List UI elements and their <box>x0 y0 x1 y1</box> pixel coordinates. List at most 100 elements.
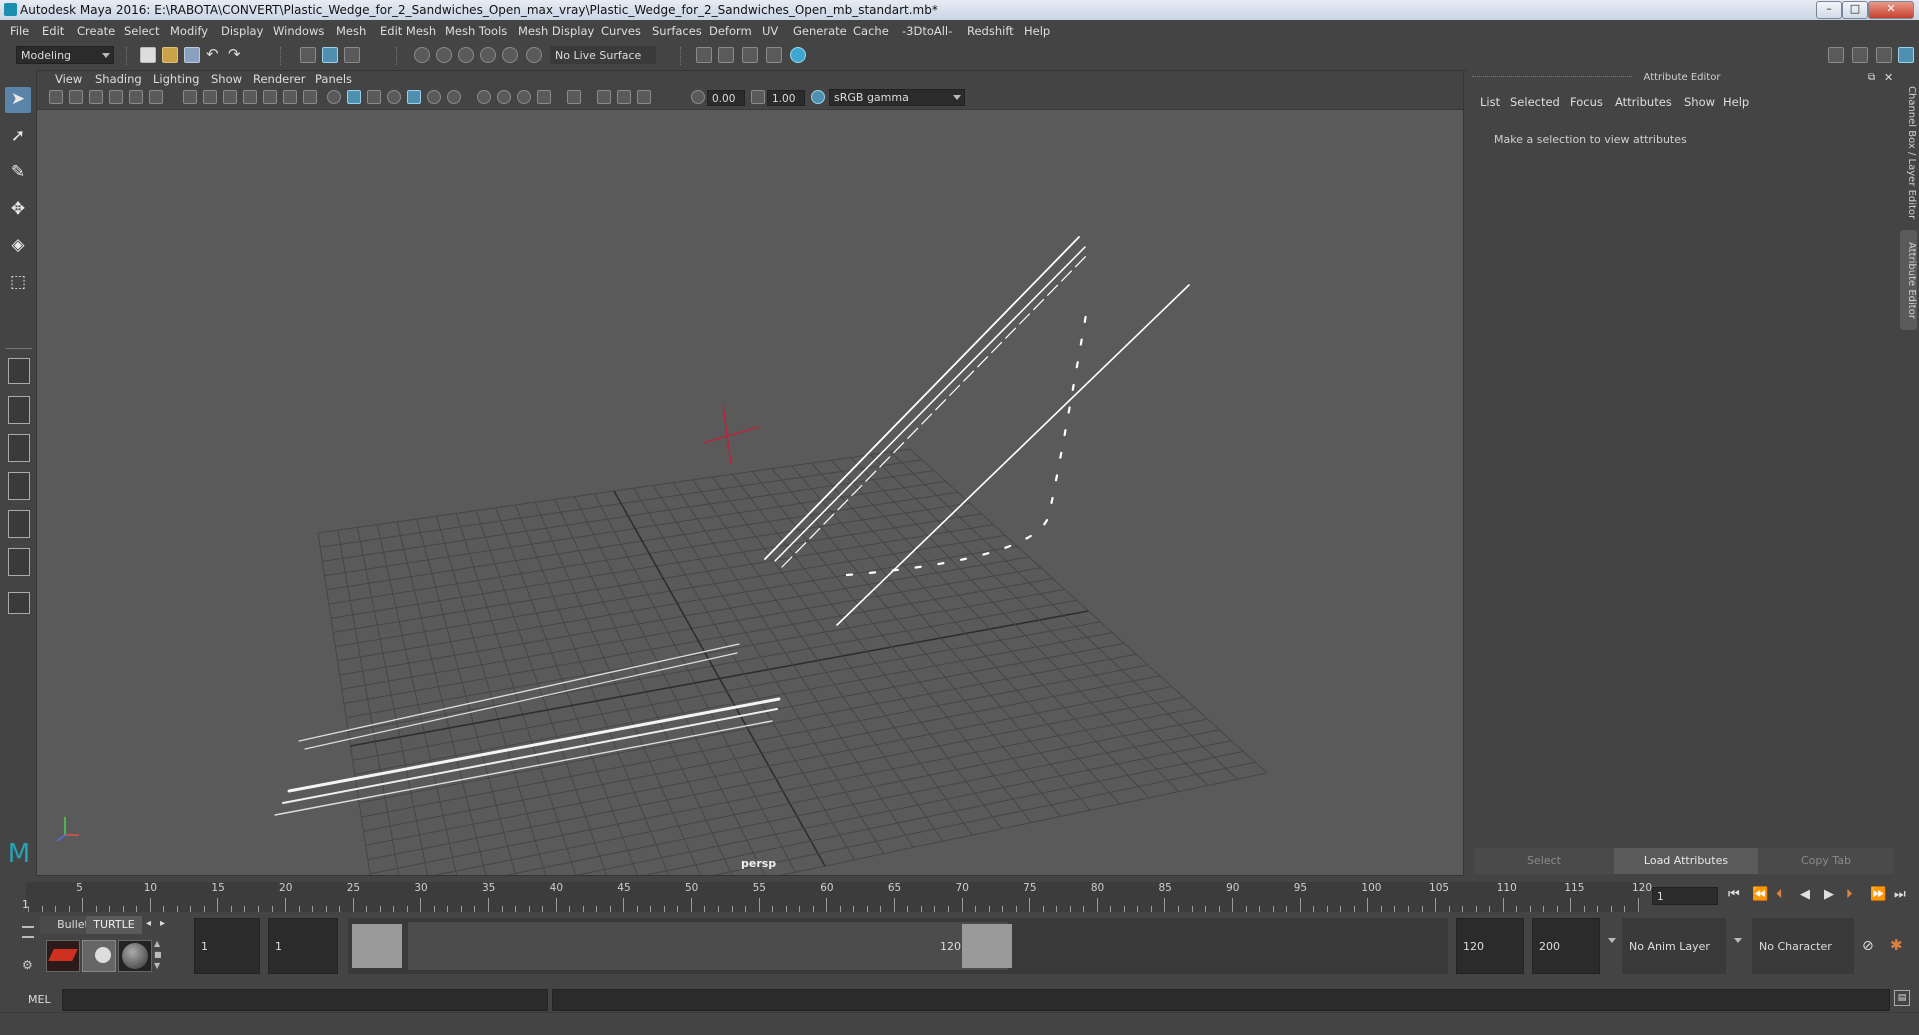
hypershade-icon[interactable] <box>790 47 806 63</box>
close-panel-icon[interactable]: ✕ <box>1884 71 1893 84</box>
scene-view[interactable] <box>37 109 1463 875</box>
lasso-tool[interactable]: ➚ <box>5 124 31 150</box>
viewport-menu-shading[interactable]: Shading <box>95 72 142 86</box>
toggle-attribute-editor-icon[interactable] <box>1852 47 1868 63</box>
camera-attributes-icon[interactable] <box>69 90 83 104</box>
menu-3dtoall[interactable]: -3DtoAll- <box>902 24 952 38</box>
ae-menu-list[interactable]: List <box>1480 95 1500 109</box>
select-tool[interactable]: ➤ <box>5 87 31 113</box>
wireframe-icon[interactable] <box>327 90 341 104</box>
ipr-render-icon[interactable] <box>742 47 758 63</box>
ae-menu-show[interactable]: Show <box>1684 95 1715 109</box>
gamma-icon[interactable] <box>751 90 765 104</box>
render-frame-icon[interactable] <box>718 47 734 63</box>
menu-deform[interactable]: Deform <box>709 24 752 38</box>
four-view-layout-button[interactable] <box>8 396 30 424</box>
redo-icon[interactable]: ↷ <box>228 47 244 63</box>
gate-mask-icon[interactable] <box>243 90 257 104</box>
save-scene-icon[interactable] <box>184 47 200 63</box>
command-input[interactable] <box>62 989 548 1011</box>
shelf-baking-icon[interactable] <box>82 940 116 972</box>
range-slider-bar[interactable] <box>408 922 1008 970</box>
float-panel-icon[interactable]: ⧉ <box>1868 72 1875 83</box>
script-editor-icon[interactable]: ▤ <box>1894 990 1910 1006</box>
shelf-scroll-icon[interactable]: ▲ ■ ▼ <box>154 938 162 971</box>
snap-to-view-plane-icon[interactable] <box>480 47 496 63</box>
field-chart-icon[interactable] <box>263 90 277 104</box>
ae-load-attributes-button[interactable]: Load Attributes <box>1614 848 1758 874</box>
color-management-icon[interactable] <box>811 90 825 104</box>
play-backwards-icon[interactable]: ◀ <box>1800 887 1810 902</box>
shelf-turtle-render-icon[interactable] <box>46 940 80 972</box>
outliner-layout-button[interactable] <box>8 510 30 538</box>
shelf-scroll-left-icon[interactable]: ◂ <box>146 918 151 929</box>
render-settings-icon[interactable] <box>766 47 782 63</box>
rotate-tool[interactable]: ◈ <box>5 233 31 259</box>
default-material-icon[interactable] <box>367 90 381 104</box>
ae-copy-tab-button[interactable]: Copy Tab <box>1758 848 1894 874</box>
make-live-icon[interactable] <box>526 47 542 63</box>
scale-tool[interactable]: ⬚ <box>5 270 31 296</box>
isolate-select-icon[interactable] <box>567 90 581 104</box>
2d-pan-zoom-icon[interactable] <box>129 90 143 104</box>
time-ruler[interactable]: 5 10 15 20 25 30 35 40 45 50 55 60 65 70 75 80 85 90 95 100… <box>26 882 1652 912</box>
single-perspective-layout-button[interactable] <box>8 358 30 384</box>
use-all-lights-icon[interactable] <box>427 90 441 104</box>
playback-end-field[interactable]: 120 <box>1456 918 1524 974</box>
shelf-sphere-icon[interactable] <box>118 940 152 972</box>
attribute-editor-tab[interactable]: Attribute Editor <box>1900 230 1917 330</box>
menu-windows[interactable]: Windows <box>273 24 324 38</box>
menu-redshift[interactable]: Redshift <box>967 24 1014 38</box>
ae-menu-selected[interactable]: Selected <box>1510 95 1560 109</box>
ae-menu-attributes[interactable]: Attributes <box>1615 95 1672 109</box>
wireframe-on-shaded-icon[interactable] <box>387 90 401 104</box>
chevron-down-icon[interactable] <box>1734 938 1742 943</box>
menu-edit[interactable]: Edit <box>42 24 64 38</box>
auto-key-icon[interactable]: ⊘ <box>1862 938 1874 954</box>
paint-select-tool[interactable]: ✎ <box>5 160 31 186</box>
ae-menu-help[interactable]: Help <box>1723 95 1749 109</box>
screen-space-ao-icon[interactable] <box>477 90 491 104</box>
viewport-menu-lighting[interactable]: Lighting <box>153 72 199 86</box>
undo-icon[interactable]: ↶ <box>206 47 222 63</box>
shadows-icon[interactable] <box>447 90 461 104</box>
select-by-object-icon[interactable] <box>322 47 338 63</box>
motion-blur-icon[interactable] <box>497 90 511 104</box>
persp-outliner-layout-button[interactable] <box>8 434 30 462</box>
textured-icon[interactable] <box>407 90 421 104</box>
viewport-menu-panels[interactable]: Panels <box>315 72 352 86</box>
snap-to-surface-icon[interactable] <box>502 47 518 63</box>
film-gate-icon[interactable] <box>203 90 217 104</box>
viewport-menu-view[interactable]: View <box>55 72 82 86</box>
xray-active-icon[interactable] <box>617 90 631 104</box>
depth-of-field-icon[interactable] <box>537 90 551 104</box>
menu-surfaces[interactable]: Surfaces <box>652 24 702 38</box>
menu-modify[interactable]: Modify <box>170 24 208 38</box>
snap-to-point-icon[interactable] <box>458 47 474 63</box>
xray-joints-icon[interactable] <box>637 90 651 104</box>
safe-title-icon[interactable] <box>303 90 317 104</box>
shelf-tab-turtle[interactable]: TURTLE <box>86 916 142 934</box>
menu-display[interactable]: Display <box>221 24 263 38</box>
camera-icon[interactable] <box>49 90 63 104</box>
safe-action-icon[interactable] <box>283 90 297 104</box>
range-start-handle[interactable] <box>352 924 402 968</box>
viewport-panel[interactable]: View Shading Lighting Show Renderer Pane… <box>36 70 1464 876</box>
menu-select[interactable]: Select <box>124 24 159 38</box>
ae-menu-focus[interactable]: Focus <box>1570 95 1603 109</box>
animation-start-field[interactable]: 1 <box>194 918 260 974</box>
close-button[interactable]: ✕ <box>1868 1 1914 19</box>
chevron-down-icon[interactable] <box>1608 938 1616 943</box>
grease-pencil-icon[interactable] <box>149 90 163 104</box>
bookmark-icon[interactable] <box>89 90 103 104</box>
go-to-end-icon[interactable]: ⏭ <box>1894 887 1906 902</box>
select-by-hierarchy-icon[interactable] <box>300 47 316 63</box>
color-space-selector[interactable]: sRGB gamma <box>829 89 965 106</box>
exposure-field[interactable]: 0.00 <box>707 90 745 106</box>
xray-icon[interactable] <box>597 90 611 104</box>
shelf-menu-icon[interactable] <box>22 926 34 938</box>
hypershade-layout-button[interactable] <box>8 548 30 576</box>
viewport-menu-show[interactable]: Show <box>211 72 242 86</box>
time-slider[interactable]: 5 10 15 20 25 30 35 40 45 50 55 60 65 70 75 80 85 90 95 100… <box>0 878 1919 914</box>
select-by-component-icon[interactable] <box>344 47 360 63</box>
